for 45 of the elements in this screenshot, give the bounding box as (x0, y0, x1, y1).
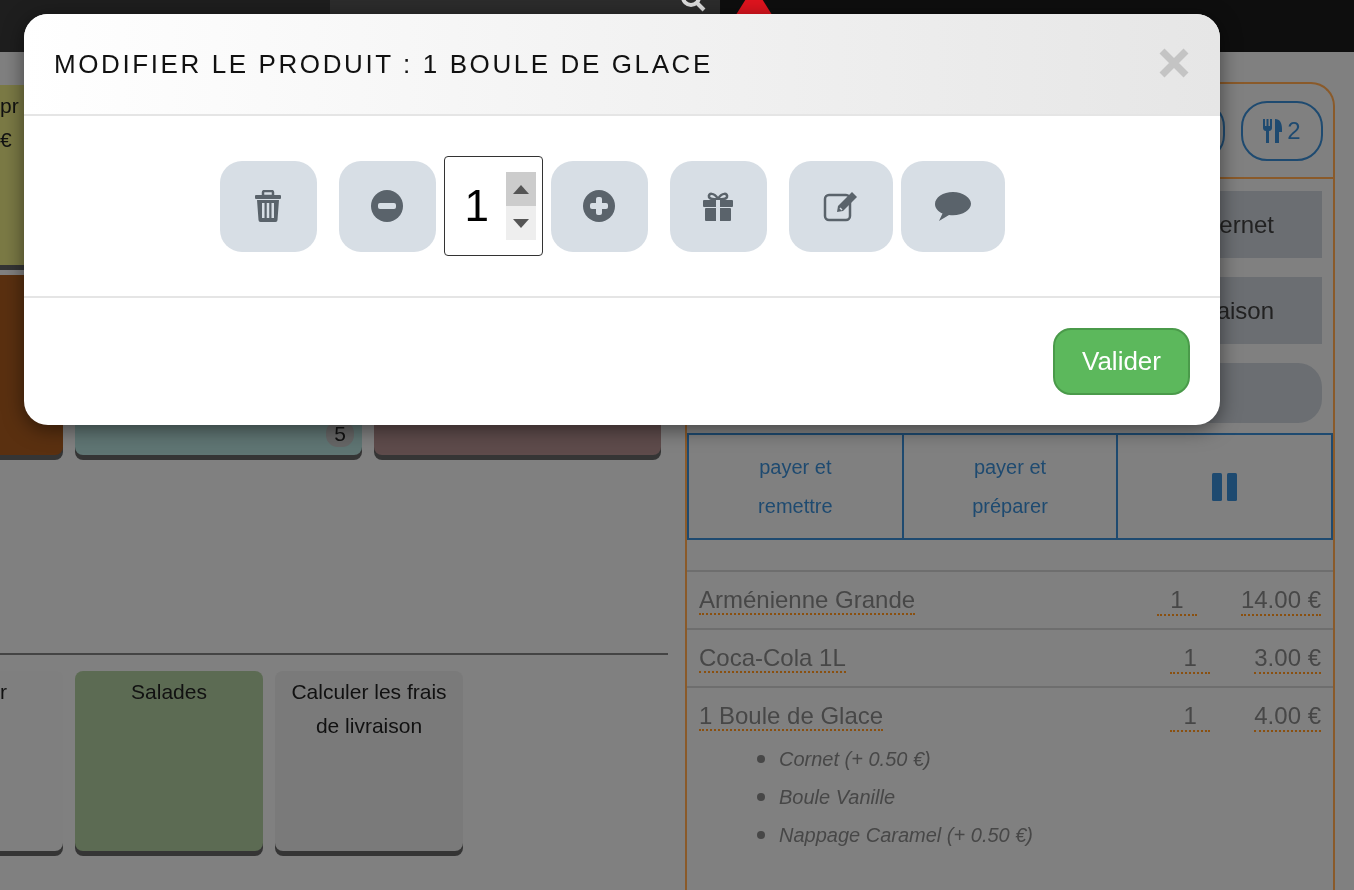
item-price[interactable]: 14.00 € (1240, 586, 1321, 616)
tile-label: pr (0, 93, 20, 119)
spin-up-button[interactable] (505, 172, 536, 206)
item-name[interactable]: Arménienne Grande (699, 586, 916, 615)
modal-title: MODIFIER LE PRODUIT : 1 BOULE DE GLACE (54, 48, 713, 80)
tile-label: Calculer les frais de livraison (290, 679, 448, 739)
trash-icon (254, 190, 282, 222)
increase-button[interactable] (550, 160, 648, 252)
plus-circle-icon (583, 190, 615, 222)
tile-label: € (0, 127, 13, 153)
covers-button[interactable]: 2 (1241, 100, 1323, 161)
bullet-icon (757, 831, 765, 839)
cutlery-icon (1263, 118, 1284, 143)
comment-button[interactable] (900, 160, 1005, 252)
item-price[interactable]: 4.00 € (1254, 702, 1321, 732)
edit-button[interactable] (788, 160, 893, 252)
pause-icon (1211, 472, 1238, 501)
tile-label: r (0, 679, 8, 705)
delete-button[interactable] (219, 160, 317, 252)
item-option: Cornet (+ 0.50 €) (779, 740, 931, 778)
item-quantity[interactable]: 1 (1156, 586, 1197, 616)
decrease-button[interactable] (338, 160, 436, 252)
minus-circle-icon (371, 190, 403, 222)
item-quantity[interactable]: 1 (1170, 644, 1211, 674)
item-option: Nappage Caramel (+ 0.50 €) (779, 816, 1034, 854)
quantity-field[interactable]: 1 (443, 156, 543, 256)
gift-icon (702, 191, 734, 221)
close-icon (1158, 46, 1190, 79)
bullet-icon (757, 755, 765, 763)
validate-button[interactable]: Valider (1053, 328, 1190, 395)
item-name[interactable]: 1 Boule de Glace (699, 702, 884, 731)
spin-down-button[interactable] (505, 206, 536, 240)
item-option: Boule Vanille (779, 778, 895, 816)
tile-label: Salades (130, 679, 208, 705)
edit-icon (822, 190, 859, 222)
bullet-icon (757, 793, 765, 801)
gift-button[interactable] (669, 160, 767, 252)
pay-button[interactable]: payer et préparer (903, 433, 1119, 540)
item-quantity[interactable]: 1 (1170, 702, 1211, 732)
caret-up-icon (512, 184, 529, 194)
item-price[interactable]: 3.00 € (1254, 644, 1321, 674)
item-name[interactable]: Coca-Cola 1L (699, 644, 846, 673)
speech-bubble-icon (933, 190, 972, 222)
pay-button[interactable]: payer et remettre (687, 433, 904, 540)
caret-down-icon (512, 218, 529, 228)
